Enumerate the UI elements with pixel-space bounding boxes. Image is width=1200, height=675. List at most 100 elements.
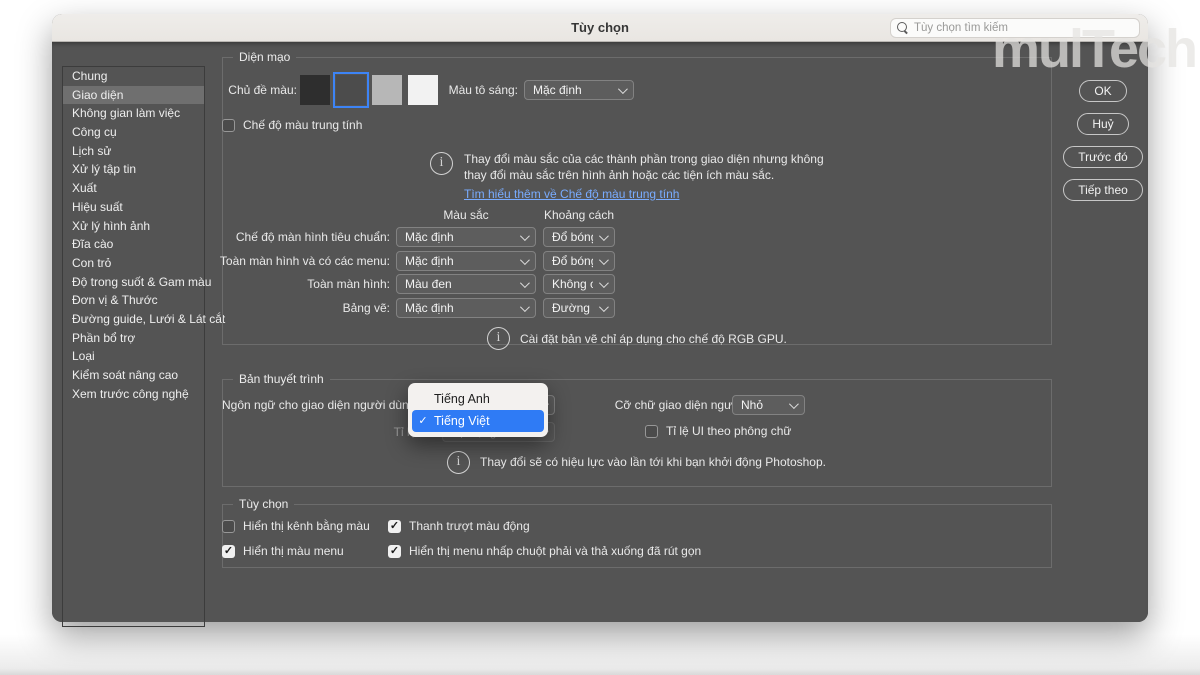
chevron-down-icon [599,231,609,241]
checkbox-checked-icon: ✓ [222,545,235,558]
preferences-dialog: Tùy chọn Tùy chọn tìm kiếm Chung Giao di… [52,14,1148,622]
search-placeholder: Tùy chọn tìm kiếm [914,22,1008,34]
select-value: Mặc định [405,254,514,268]
condensed-menus-label: Hiển thị menu nhấp chuột phải và thả xuố… [409,544,701,558]
select-value: Không có [552,277,593,291]
neutral-color-mode-label: Chế độ màu trung tính [243,118,362,132]
preferences-sidebar: Chung Giao diện Không gian làm việc Công… [62,66,205,627]
sidebar-item-xem-truoc[interactable]: Xem trước công nghệ [63,385,204,404]
appearance-info-line1: Thay đổi màu sắc của các thành phần tron… [464,152,824,166]
sidebar-item-lich-su[interactable]: Lịch sử [63,142,204,161]
theme-swatch-medium-selected[interactable] [336,75,366,105]
dialog-body: Chung Giao diện Không gian làm việc Công… [52,42,1148,622]
language-dropdown-menu: Tiếng Anh ✓ Tiếng Việt [408,383,548,437]
artboard-label: Bảng vẽ: [172,301,390,315]
fullscreen-menus-mode-label: Toàn màn hình và có các menu: [172,254,390,268]
standard-screen-spacing-select[interactable]: Đổ bóng [543,227,615,247]
scale-ui-to-font-checkbox[interactable]: Tỉ lệ UI theo phông chữ [645,424,791,438]
neutral-color-mode-checkbox[interactable]: Chế độ màu trung tính [222,118,362,132]
chevron-down-icon [520,278,530,288]
learn-more-link[interactable]: Tìm hiểu thêm về Chế độ màu trung tính [464,187,679,201]
info-icon: i [430,152,453,175]
select-value: Nhỏ [741,398,783,412]
options-section: Tùy chọn [222,504,1052,568]
restart-note: Thay đổi sẽ có hiệu lực vào lần tới khi … [480,455,826,469]
chevron-down-icon [618,84,628,94]
menu-item-tieng-anh[interactable]: Tiếng Anh [412,388,544,410]
sidebar-item-cong-cu[interactable]: Công cụ [63,123,204,142]
select-value: Đường [552,301,593,315]
theme-swatch-light[interactable] [372,75,402,105]
info-icon: i [487,327,510,350]
highlight-color-value: Mặc định [533,83,612,97]
chevron-down-icon [520,255,530,265]
presentation-section-title: Bản thuyết trình [233,372,330,386]
dialog-titlebar[interactable]: Tùy chọn Tùy chọn tìm kiếm [52,14,1148,42]
scale-ui-to-font-label: Tỉ lệ UI theo phông chữ [666,424,791,438]
standard-screen-mode-label: Chế độ màn hình tiêu chuẩn: [172,230,390,244]
gpu-note: Cài đặt bản vẽ chỉ áp dụng cho chế độ RG… [520,332,787,346]
checkbox-checked-icon: ✓ [388,520,401,533]
color-column-header: Màu sắc [396,208,536,222]
checkmark-icon: ✓ [412,410,434,432]
checkbox-checked-icon: ✓ [388,545,401,558]
condensed-menus-checkbox[interactable]: ✓ Hiển thị menu nhấp chuột phải và thả x… [388,544,701,558]
sidebar-item-kiem-soat[interactable]: Kiểm soát nâng cao [63,366,204,385]
select-value: Màu đen [405,277,514,291]
sidebar-item-xuat[interactable]: Xuất [63,179,204,198]
fullscreen-menus-color-select[interactable]: Mặc định [396,251,536,271]
select-value: Đổ bóng [552,254,593,268]
checkbox-unchecked-icon [222,119,235,132]
ok-button[interactable]: OK [1079,80,1126,102]
fullscreen-color-select[interactable]: Màu đen [396,274,536,294]
standard-screen-color-select[interactable]: Mặc định [396,227,536,247]
fullscreen-menus-spacing-select[interactable]: Đổ bóng [543,251,615,271]
theme-swatch-dark[interactable] [300,75,330,105]
highlight-color-label: Màu tô sáng: [438,83,518,97]
previous-button[interactable]: Trước đó [1063,146,1142,168]
chevron-down-icon [599,255,609,265]
sidebar-item-loai[interactable]: Loại [63,347,204,366]
chevron-down-icon [789,399,799,409]
menu-item-label: Tiếng Anh [434,388,490,410]
sidebar-item-chung[interactable]: Chung [63,67,204,86]
fullscreen-spacing-select[interactable]: Không có [543,274,615,294]
artboard-spacing-select[interactable]: Đường [543,298,615,318]
search-icon [897,22,909,34]
select-value: Mặc định [405,301,514,315]
theme-swatch-white[interactable] [408,75,438,105]
ui-language-label: Ngôn ngữ cho giao diện người dùng [222,398,415,412]
dynamic-color-sliders-checkbox[interactable]: ✓ Thanh trượt màu động [388,519,530,533]
menu-item-label: Tiếng Việt [434,410,490,432]
sidebar-item-xu-ly-tap-tin[interactable]: Xử lý tập tin [63,160,204,179]
highlight-color-select[interactable]: Mặc định [524,80,634,100]
options-section-title: Tùy chọn [233,497,294,511]
chevron-down-icon [520,231,530,241]
checkbox-unchecked-icon [222,520,235,533]
checkbox-unchecked-icon [645,425,658,438]
info-icon: i [447,451,470,474]
appearance-section-title: Diện mạo [233,50,296,64]
search-input[interactable]: Tùy chọn tìm kiếm [890,18,1140,38]
show-menu-colors-label: Hiển thị màu menu [243,544,344,558]
cancel-button[interactable]: Huỷ [1077,113,1128,135]
chevron-down-icon [599,278,609,288]
spacing-column-header: Khoảng cách [543,208,615,222]
sidebar-item-hieu-suat[interactable]: Hiệu suất [63,198,204,217]
artboard-color-select[interactable]: Mặc định [396,298,536,318]
sidebar-item-phan-bo-tro[interactable]: Phần bổ trợ [63,329,204,348]
select-value: Mặc định [405,230,514,244]
ui-font-size-select[interactable]: Nhỏ [732,395,805,415]
channels-in-color-checkbox[interactable]: Hiển thị kênh bằng màu [222,519,370,533]
dynamic-color-sliders-label: Thanh trượt màu động [409,519,530,533]
sidebar-item-giao-dien[interactable]: Giao diện [63,86,204,105]
dialog-button-column: OK Huỷ Trước đó Tiếp theo [1058,80,1148,201]
select-value: Đổ bóng [552,230,593,244]
next-button[interactable]: Tiếp theo [1063,179,1143,201]
fullscreen-mode-label: Toàn màn hình: [172,277,390,291]
page-background: Tùy chọn Tùy chọn tìm kiếm Chung Giao di… [0,0,1200,675]
menu-item-tieng-viet-selected[interactable]: ✓ Tiếng Việt [412,410,544,432]
presentation-section: Bản thuyết trình [222,379,1052,487]
sidebar-item-khong-gian[interactable]: Không gian làm việc [63,104,204,123]
show-menu-colors-checkbox[interactable]: ✓ Hiển thị màu menu [222,544,344,558]
